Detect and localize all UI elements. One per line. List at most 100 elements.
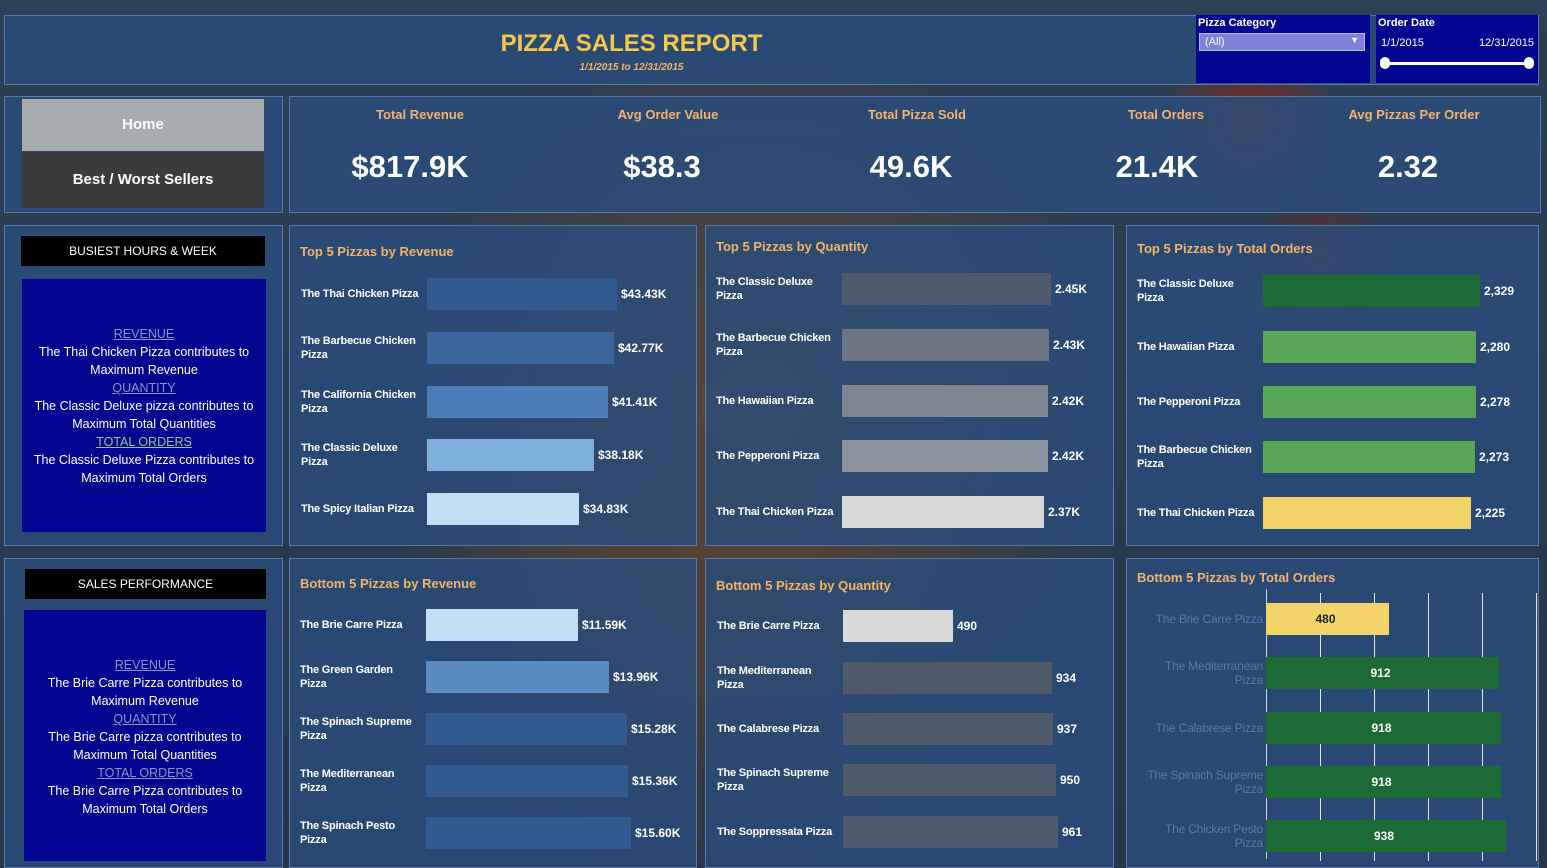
bar[interactable] — [842, 496, 1044, 528]
insight-text: Maximum Revenue — [91, 694, 199, 708]
data-label: 912 — [1370, 666, 1391, 680]
data-label: 918 — [1371, 721, 1392, 735]
chart-title: Bottom 5 Pizzas by Total Orders — [1137, 570, 1336, 585]
bar[interactable] — [427, 386, 608, 418]
bar[interactable] — [843, 764, 1056, 796]
data-label: $42.77K — [618, 341, 664, 355]
insight-text: The Brie Carre Pizza contributes to — [47, 676, 243, 690]
bar[interactable] — [842, 273, 1051, 305]
category-dropdown[interactable]: (All) ▼ — [1199, 33, 1365, 51]
bar[interactable] — [842, 385, 1048, 417]
insight-heading[interactable]: TOTAL ORDERS — [24, 764, 266, 782]
kpi-label: Avg Pizzas Per Order — [1348, 107, 1480, 122]
chart-top-revenue: Top 5 Pizzas by Revenue The Thai Chicken… — [289, 225, 697, 546]
bar-label: The Soppressata Pizza — [717, 826, 833, 838]
insight-text: Maximum Total Orders — [81, 471, 207, 485]
bar[interactable] — [1263, 497, 1471, 529]
data-label: 2.43K — [1053, 338, 1086, 352]
bar-label: The California Chicken Pizza — [301, 389, 416, 415]
bar[interactable] — [426, 661, 609, 693]
bar-label: The Brie Carre Pizza — [300, 619, 403, 631]
insight-text: The Classic Deluxe pizza contributes to — [34, 399, 254, 413]
data-label: 950 — [1060, 773, 1081, 787]
bar[interactable] — [427, 332, 614, 364]
bar[interactable] — [426, 817, 631, 849]
bar[interactable] — [843, 610, 953, 642]
data-label: 2,278 — [1480, 395, 1511, 409]
bar[interactable] — [842, 440, 1048, 472]
bar-label: The Spinach Pesto Pizza — [300, 820, 396, 846]
bar-label: The Mediterranean Pizza — [1165, 659, 1263, 687]
bar[interactable] — [426, 713, 627, 745]
bar-label: The Brie Carre Pizza — [1155, 612, 1264, 626]
insight-heading[interactable]: QUANTITY — [24, 710, 266, 728]
bar[interactable] — [1263, 441, 1475, 473]
slider-handle-start[interactable] — [1380, 57, 1390, 69]
insight-heading[interactable]: REVENUE — [22, 325, 266, 343]
performance-insight-box: REVENUE The Brie Carre Pizza contributes… — [24, 610, 266, 861]
chart-bottom-orders: Bottom 5 Pizzas by Total Orders The Brie… — [1126, 558, 1539, 868]
chart-title: Bottom 5 Pizzas by Revenue — [300, 576, 477, 591]
kpi-label: Total Orders — [1127, 107, 1205, 122]
bar[interactable] — [843, 816, 1058, 848]
bar-label: The Hawaiian Pizza — [1137, 341, 1235, 353]
bar[interactable] — [427, 439, 594, 471]
data-label: $34.83K — [583, 502, 629, 516]
kpi-value: 2.32 — [1377, 149, 1439, 184]
bar[interactable] — [1263, 386, 1476, 418]
dropdown-value: (All) — [1205, 36, 1225, 48]
chart-title: Top 5 Pizzas by Revenue — [300, 244, 454, 259]
best-worst-sellers-button[interactable]: Best / Worst Sellers — [22, 152, 264, 208]
bar[interactable] — [426, 765, 628, 797]
home-button[interactable]: Home — [22, 99, 264, 151]
bar-label: The Spinach Supreme Pizza — [1147, 768, 1263, 796]
bar-label: The Brie Carre Pizza — [717, 620, 820, 632]
bar-label: The Mediterranean Pizza — [717, 665, 812, 691]
chart-bottom-revenue: Bottom 5 Pizzas by Revenue The Brie Carr… — [289, 558, 697, 868]
bar-label: The Thai Chicken Pizza — [1137, 507, 1255, 519]
kpi-value: $38.3 — [623, 149, 701, 184]
insight-text: Maximum Total Quantities — [73, 748, 217, 762]
insight-heading[interactable]: TOTAL ORDERS — [22, 433, 266, 451]
kpi-panel: Total Revenue $817.9K Avg Order Value $3… — [289, 96, 1541, 213]
bar-label: The Hawaiian Pizza — [716, 395, 814, 407]
gridline — [1536, 593, 1537, 861]
bar[interactable] — [842, 329, 1049, 361]
bar-label: The Pepperoni Pizza — [716, 450, 820, 462]
bar-label: The Classic Deluxe Pizza — [1137, 278, 1234, 304]
insight-text: The Thai Chicken Pizza contributes to — [38, 345, 250, 359]
insight-heading[interactable]: QUANTITY — [22, 379, 266, 397]
bar-label: The Pepperoni Pizza — [1137, 396, 1241, 408]
insight-text: Maximum Total Quantities — [72, 417, 216, 431]
bar-label: The Classic Deluxe Pizza — [716, 276, 813, 302]
bar[interactable] — [843, 713, 1053, 745]
slider-handle-end[interactable] — [1524, 57, 1534, 69]
date-slider-track[interactable] — [1384, 62, 1530, 65]
chart-top-quantity: Top 5 Pizzas by Quantity The Classic Del… — [705, 225, 1114, 546]
data-label: $43.43K — [621, 287, 667, 301]
kpi-value: 21.4K — [1115, 149, 1199, 184]
page-title: PIZZA SALES REPORT — [500, 30, 763, 57]
data-label: $13.96K — [613, 670, 659, 684]
bar-label: The Barbecue Chicken Pizza — [1137, 444, 1252, 470]
bar[interactable] — [843, 662, 1052, 694]
kpi-value: 49.6K — [869, 149, 953, 184]
bar[interactable] — [426, 609, 578, 641]
bar-label: The Green Garden Pizza — [300, 664, 393, 690]
date-start: 1/1/2015 — [1381, 37, 1424, 49]
data-label: 918 — [1371, 775, 1392, 789]
data-label: 2,329 — [1484, 284, 1515, 298]
data-label: 2,225 — [1475, 506, 1506, 520]
data-label: $38.18K — [598, 448, 644, 462]
bar[interactable] — [427, 493, 579, 525]
bar[interactable] — [1263, 331, 1476, 363]
insight-heading[interactable]: REVENUE — [24, 656, 266, 674]
busiest-header: BUSIEST HOURS & WEEK — [21, 236, 265, 266]
bar-label: The Barbecue Chicken Pizza — [716, 332, 831, 358]
data-label: 2.45K — [1055, 282, 1088, 296]
data-label: 2.37K — [1048, 505, 1081, 519]
order-date-filter: Order Date 1/1/2015 12/31/2015 — [1376, 15, 1538, 83]
bar[interactable] — [1263, 275, 1480, 307]
bar[interactable] — [427, 278, 617, 310]
chart-title: Top 5 Pizzas by Total Orders — [1137, 241, 1313, 256]
